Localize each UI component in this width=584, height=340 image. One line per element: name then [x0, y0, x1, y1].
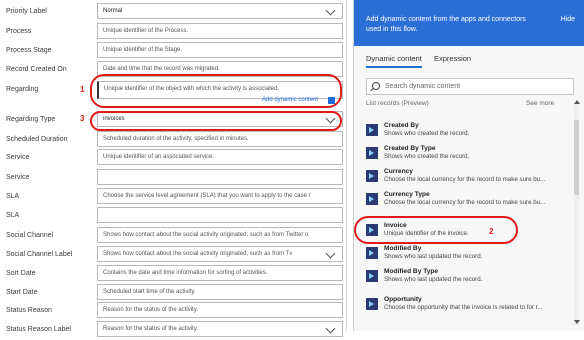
field-input[interactable]: Unique identifier of the Process.	[97, 23, 343, 39]
hide-button[interactable]: Hide	[561, 16, 575, 23]
annotation-oval-regarding	[90, 74, 342, 108]
connector-icon	[366, 247, 378, 259]
field-value: Unique identifier of an associated servi…	[103, 154, 215, 160]
item-title: Currency Type	[384, 191, 430, 198]
field-input[interactable]	[97, 169, 343, 185]
field-value: Shows how contact about the social activ…	[103, 232, 309, 238]
field-value: Shows how contact about the social activ…	[103, 251, 293, 257]
field-input[interactable]: Unique identifier of the Stage.	[97, 42, 343, 58]
chevron-down-icon[interactable]	[325, 5, 336, 16]
dynamic-content-item[interactable]: Created By Type Shows who created the rec…	[366, 145, 566, 167]
field-label: Social Channel Label	[6, 251, 73, 258]
field-value: Unique identifier of the Stage.	[103, 47, 183, 53]
see-more-link[interactable]: See more	[526, 100, 554, 107]
field-value: Choose the service level agreement (SLA)…	[103, 193, 311, 199]
item-description: Choose the opportunity that the invoice …	[384, 304, 543, 311]
field-input[interactable]: Normal	[97, 3, 343, 19]
field-input[interactable]: Choose the service level agreement (SLA)…	[97, 188, 343, 204]
dynamic-content-item[interactable]: Modified By Type Shows who last updated t…	[366, 268, 566, 290]
field-value: Unique identifier of the Process.	[103, 28, 189, 34]
item-title: Created By	[384, 122, 419, 129]
item-title: Opportunity	[384, 296, 422, 303]
field-label: Process Stage	[6, 47, 52, 54]
chevron-down-icon[interactable]	[325, 323, 336, 334]
field-label: Scheduled Duration	[6, 136, 68, 143]
connector-icon	[366, 193, 378, 205]
dynamic-content-panel: Add dynamic content from the apps and co…	[353, 0, 584, 331]
field-label: Service	[6, 174, 30, 181]
dynamic-content-item[interactable]: Created By Shows who created the record.	[366, 122, 566, 144]
dynamic-content-item[interactable]: Currency Choose the local currency for th…	[366, 168, 566, 190]
field-value: Normal	[103, 8, 123, 14]
field-value: Scheduled duration of the activity, spec…	[103, 136, 249, 142]
dynamic-content-item[interactable]: Currency Type Choose the local currency f…	[366, 191, 566, 213]
field-input[interactable]: Reason for the status of the activity.	[97, 321, 343, 337]
item-description: Shows who created the record.	[384, 130, 470, 137]
field-input[interactable]: Contains the date and time information f…	[97, 265, 343, 281]
field-label: SLA	[6, 212, 20, 219]
field-input[interactable]: Shows how contact about the social activ…	[97, 246, 343, 262]
annotation-oval-regarding-type	[90, 111, 342, 131]
form-panel: Priority Label Normal Process Unique identi…	[0, 0, 347, 337]
field-label: Status Reason	[6, 307, 52, 314]
item-description: Choose the local currency for the record…	[384, 199, 546, 206]
annotation-number-2: 2	[489, 227, 494, 236]
search-input[interactable]: Search dynamic content	[366, 78, 574, 95]
field-label: Process	[6, 28, 32, 35]
item-description: Shows who last updated the record.	[384, 276, 483, 283]
item-title: Currency	[384, 168, 413, 175]
item-title: Created By Type	[384, 145, 436, 152]
field-value: Contains the date and time information f…	[103, 270, 268, 276]
field-input[interactable]: Shows how contact about the social activ…	[97, 227, 343, 243]
field-value: Scheduled start time of the activity.	[103, 289, 196, 295]
item-description: Choose the local currency for the record…	[384, 176, 546, 183]
item-title: Modified By	[384, 245, 422, 252]
panel-header: Add dynamic content from the apps and co…	[354, 0, 584, 46]
field-value: Reason for the status of the activity.	[103, 307, 198, 313]
field-input[interactable]	[97, 207, 343, 223]
field-label: SLA	[6, 193, 20, 200]
scrollbar-thumb[interactable]	[574, 120, 579, 195]
dynamic-content-item[interactable]: Modified By Shows who last updated the re…	[366, 245, 566, 267]
scroll-down-icon[interactable]	[574, 320, 580, 324]
field-input[interactable]: Reason for the status of the activity.	[97, 302, 343, 318]
panel-tabs: Dynamic content Expression	[354, 47, 584, 71]
field-label: Start Date	[6, 289, 38, 296]
annotation-number-1: 1	[80, 85, 85, 94]
field-label: Social Channel	[6, 232, 54, 239]
scroll-up-icon[interactable]	[574, 100, 580, 104]
field-input[interactable]: Unique identifier of an associated servi…	[97, 149, 343, 165]
field-label: Record Created On	[6, 66, 67, 73]
item-description: Shows who created the record.	[384, 153, 470, 160]
field-label: Priority Label	[6, 8, 47, 15]
tab-expression[interactable]: Expression	[434, 54, 471, 63]
chevron-down-icon[interactable]	[325, 248, 336, 259]
tab-dynamic-content[interactable]: Dynamic content	[366, 54, 422, 68]
connector-icon	[366, 124, 378, 136]
search-icon	[372, 82, 380, 90]
connector-icon	[366, 298, 378, 310]
field-input[interactable]: Scheduled start time of the activity.	[97, 284, 343, 300]
dynamic-content-item[interactable]: Opportunity Choose the opportunity that t…	[366, 296, 566, 318]
field-value: Date and time that the record was migrat…	[103, 66, 220, 72]
item-title: Modified By Type	[384, 268, 439, 275]
connector-icon	[366, 170, 378, 182]
field-label: Service	[6, 154, 30, 161]
search-placeholder: Search dynamic content	[385, 83, 461, 90]
panel-header-text: Add dynamic content from the apps and co…	[366, 16, 526, 33]
field-label: Sort Date	[6, 270, 36, 277]
annotation-number-3: 3	[80, 114, 85, 123]
connector-icon	[366, 270, 378, 282]
item-description: Shows who last updated the record.	[384, 253, 483, 260]
field-value: Reason for the status of the activity.	[103, 326, 198, 332]
field-label: Status Reason Label	[6, 326, 71, 333]
field-input[interactable]: Scheduled duration of the activity, spec…	[97, 131, 343, 147]
connector-icon	[366, 147, 378, 159]
